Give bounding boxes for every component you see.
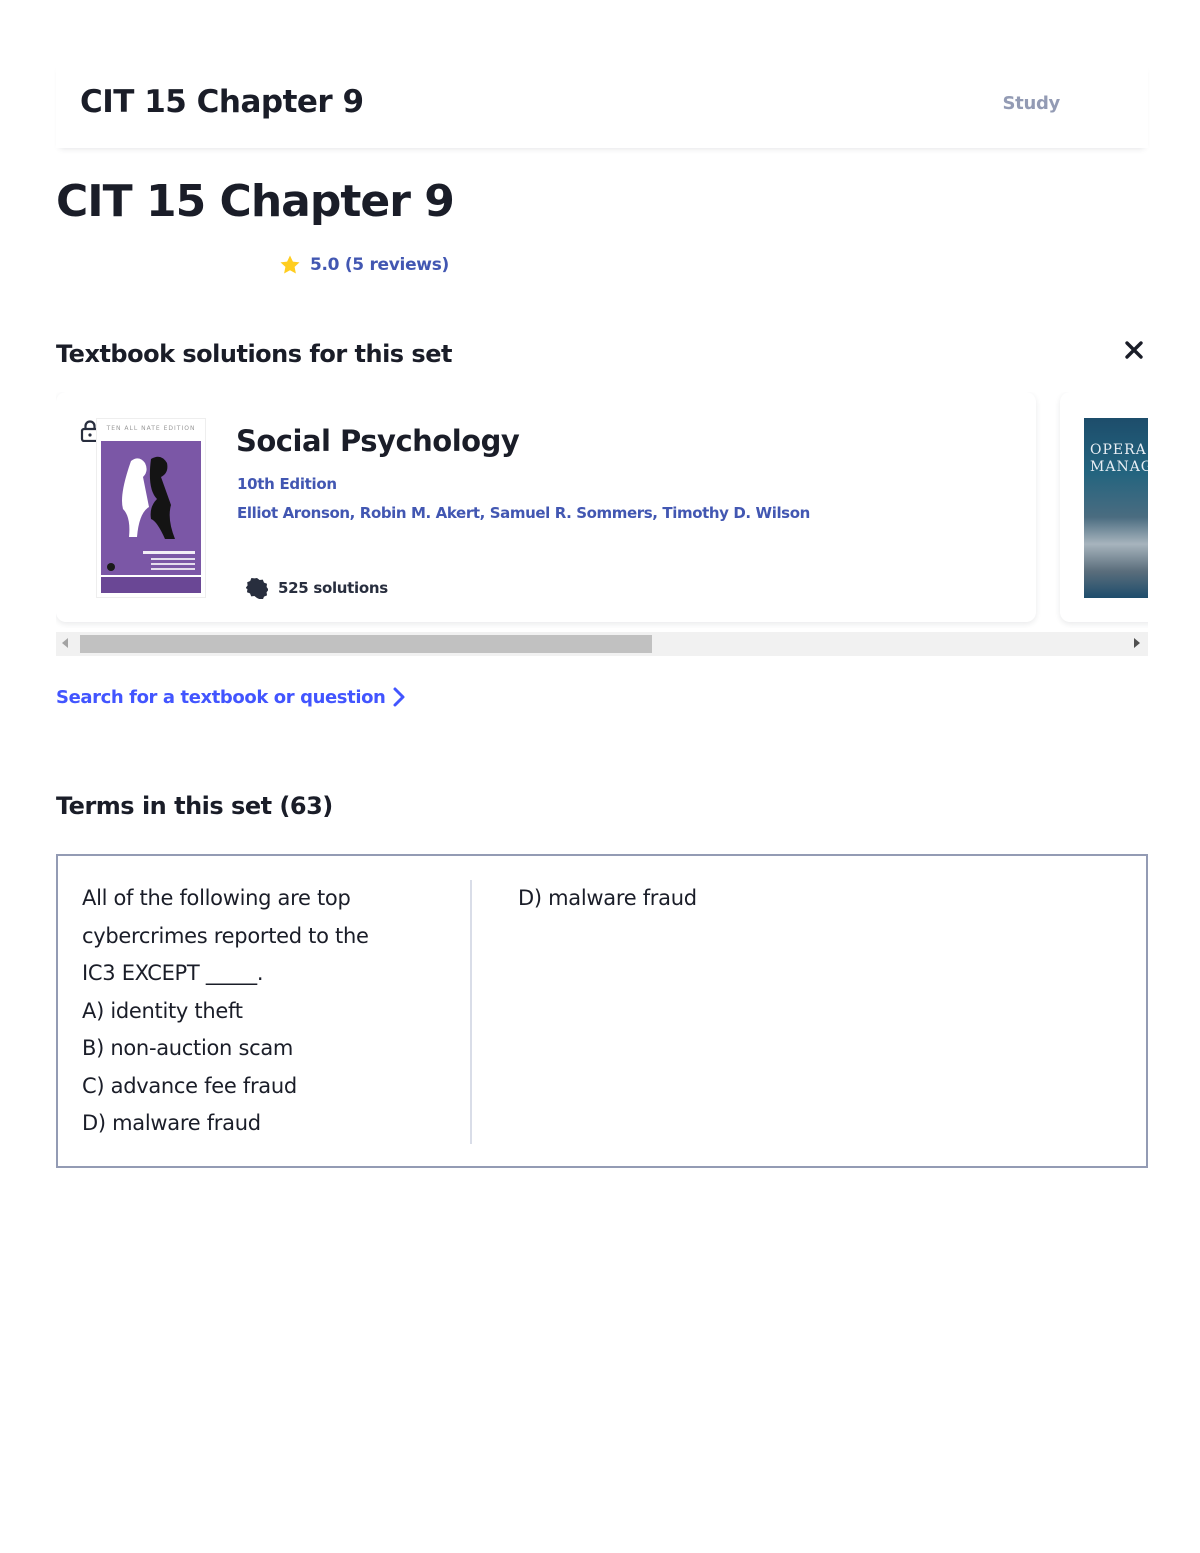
- textbook-card[interactable]: TEN ALL NATE EDITION Social Psychology 1…: [56, 392, 1036, 622]
- textbook-solutions-heading: Textbook solutions for this set: [56, 340, 452, 368]
- close-button[interactable]: [1120, 336, 1148, 364]
- book-edition: 10th Edition: [237, 475, 337, 493]
- scrollbar-thumb[interactable]: [80, 635, 652, 653]
- terms-heading: Terms in this set (63): [56, 792, 333, 820]
- term-divider: [470, 880, 472, 1144]
- star-icon: [280, 255, 300, 274]
- scroll-right-arrow-icon[interactable]: [1134, 638, 1140, 648]
- rating[interactable]: 5.0 (5 reviews): [278, 253, 449, 277]
- solutions-label: 525 solutions: [278, 579, 388, 597]
- term-text: All of the following are top cybercrimes…: [82, 886, 369, 1135]
- top-bar: CIT 15 Chapter 9 Study: [56, 62, 1148, 148]
- definition-text: D) malware fraud: [518, 886, 697, 910]
- scroll-left-arrow-icon[interactable]: [62, 638, 68, 648]
- page-title: CIT 15 Chapter 9: [56, 176, 455, 227]
- horizontal-scrollbar[interactable]: [56, 632, 1148, 656]
- cover-edition-text: TEN ALL NATE EDITION: [106, 425, 196, 432]
- search-textbook-link[interactable]: Search for a textbook or question: [56, 686, 407, 708]
- cover-artwork: [101, 441, 201, 575]
- header-title: CIT 15 Chapter 9: [80, 84, 364, 120]
- book-cover-image[interactable]: TEN ALL NATE EDITION: [96, 418, 206, 598]
- chevron-right-icon: [393, 687, 405, 707]
- verified-badge-icon: [246, 578, 268, 599]
- cover-footer: [101, 577, 201, 593]
- textbook-carousel: TEN ALL NATE EDITION Social Psychology 1…: [56, 392, 1148, 628]
- study-button[interactable]: Study: [1002, 93, 1060, 114]
- rating-text: 5.0 (5 reviews): [310, 255, 449, 275]
- search-link-label: Search for a textbook or question: [56, 686, 386, 708]
- book-authors: Elliot Aronson, Robin M. Akert, Samuel R…: [237, 504, 810, 522]
- term-card: All of the following are top cybercrimes…: [56, 854, 1148, 1168]
- textbook-card[interactable]: OPERA MANAG: [1060, 392, 1148, 622]
- book-title[interactable]: Social Psychology: [236, 424, 520, 458]
- cover-title-text: OPERA MANAG: [1090, 442, 1148, 475]
- solutions-count: 525 solutions: [246, 577, 388, 599]
- book-cover-image[interactable]: OPERA MANAG: [1084, 418, 1148, 598]
- close-icon: [1125, 341, 1143, 359]
